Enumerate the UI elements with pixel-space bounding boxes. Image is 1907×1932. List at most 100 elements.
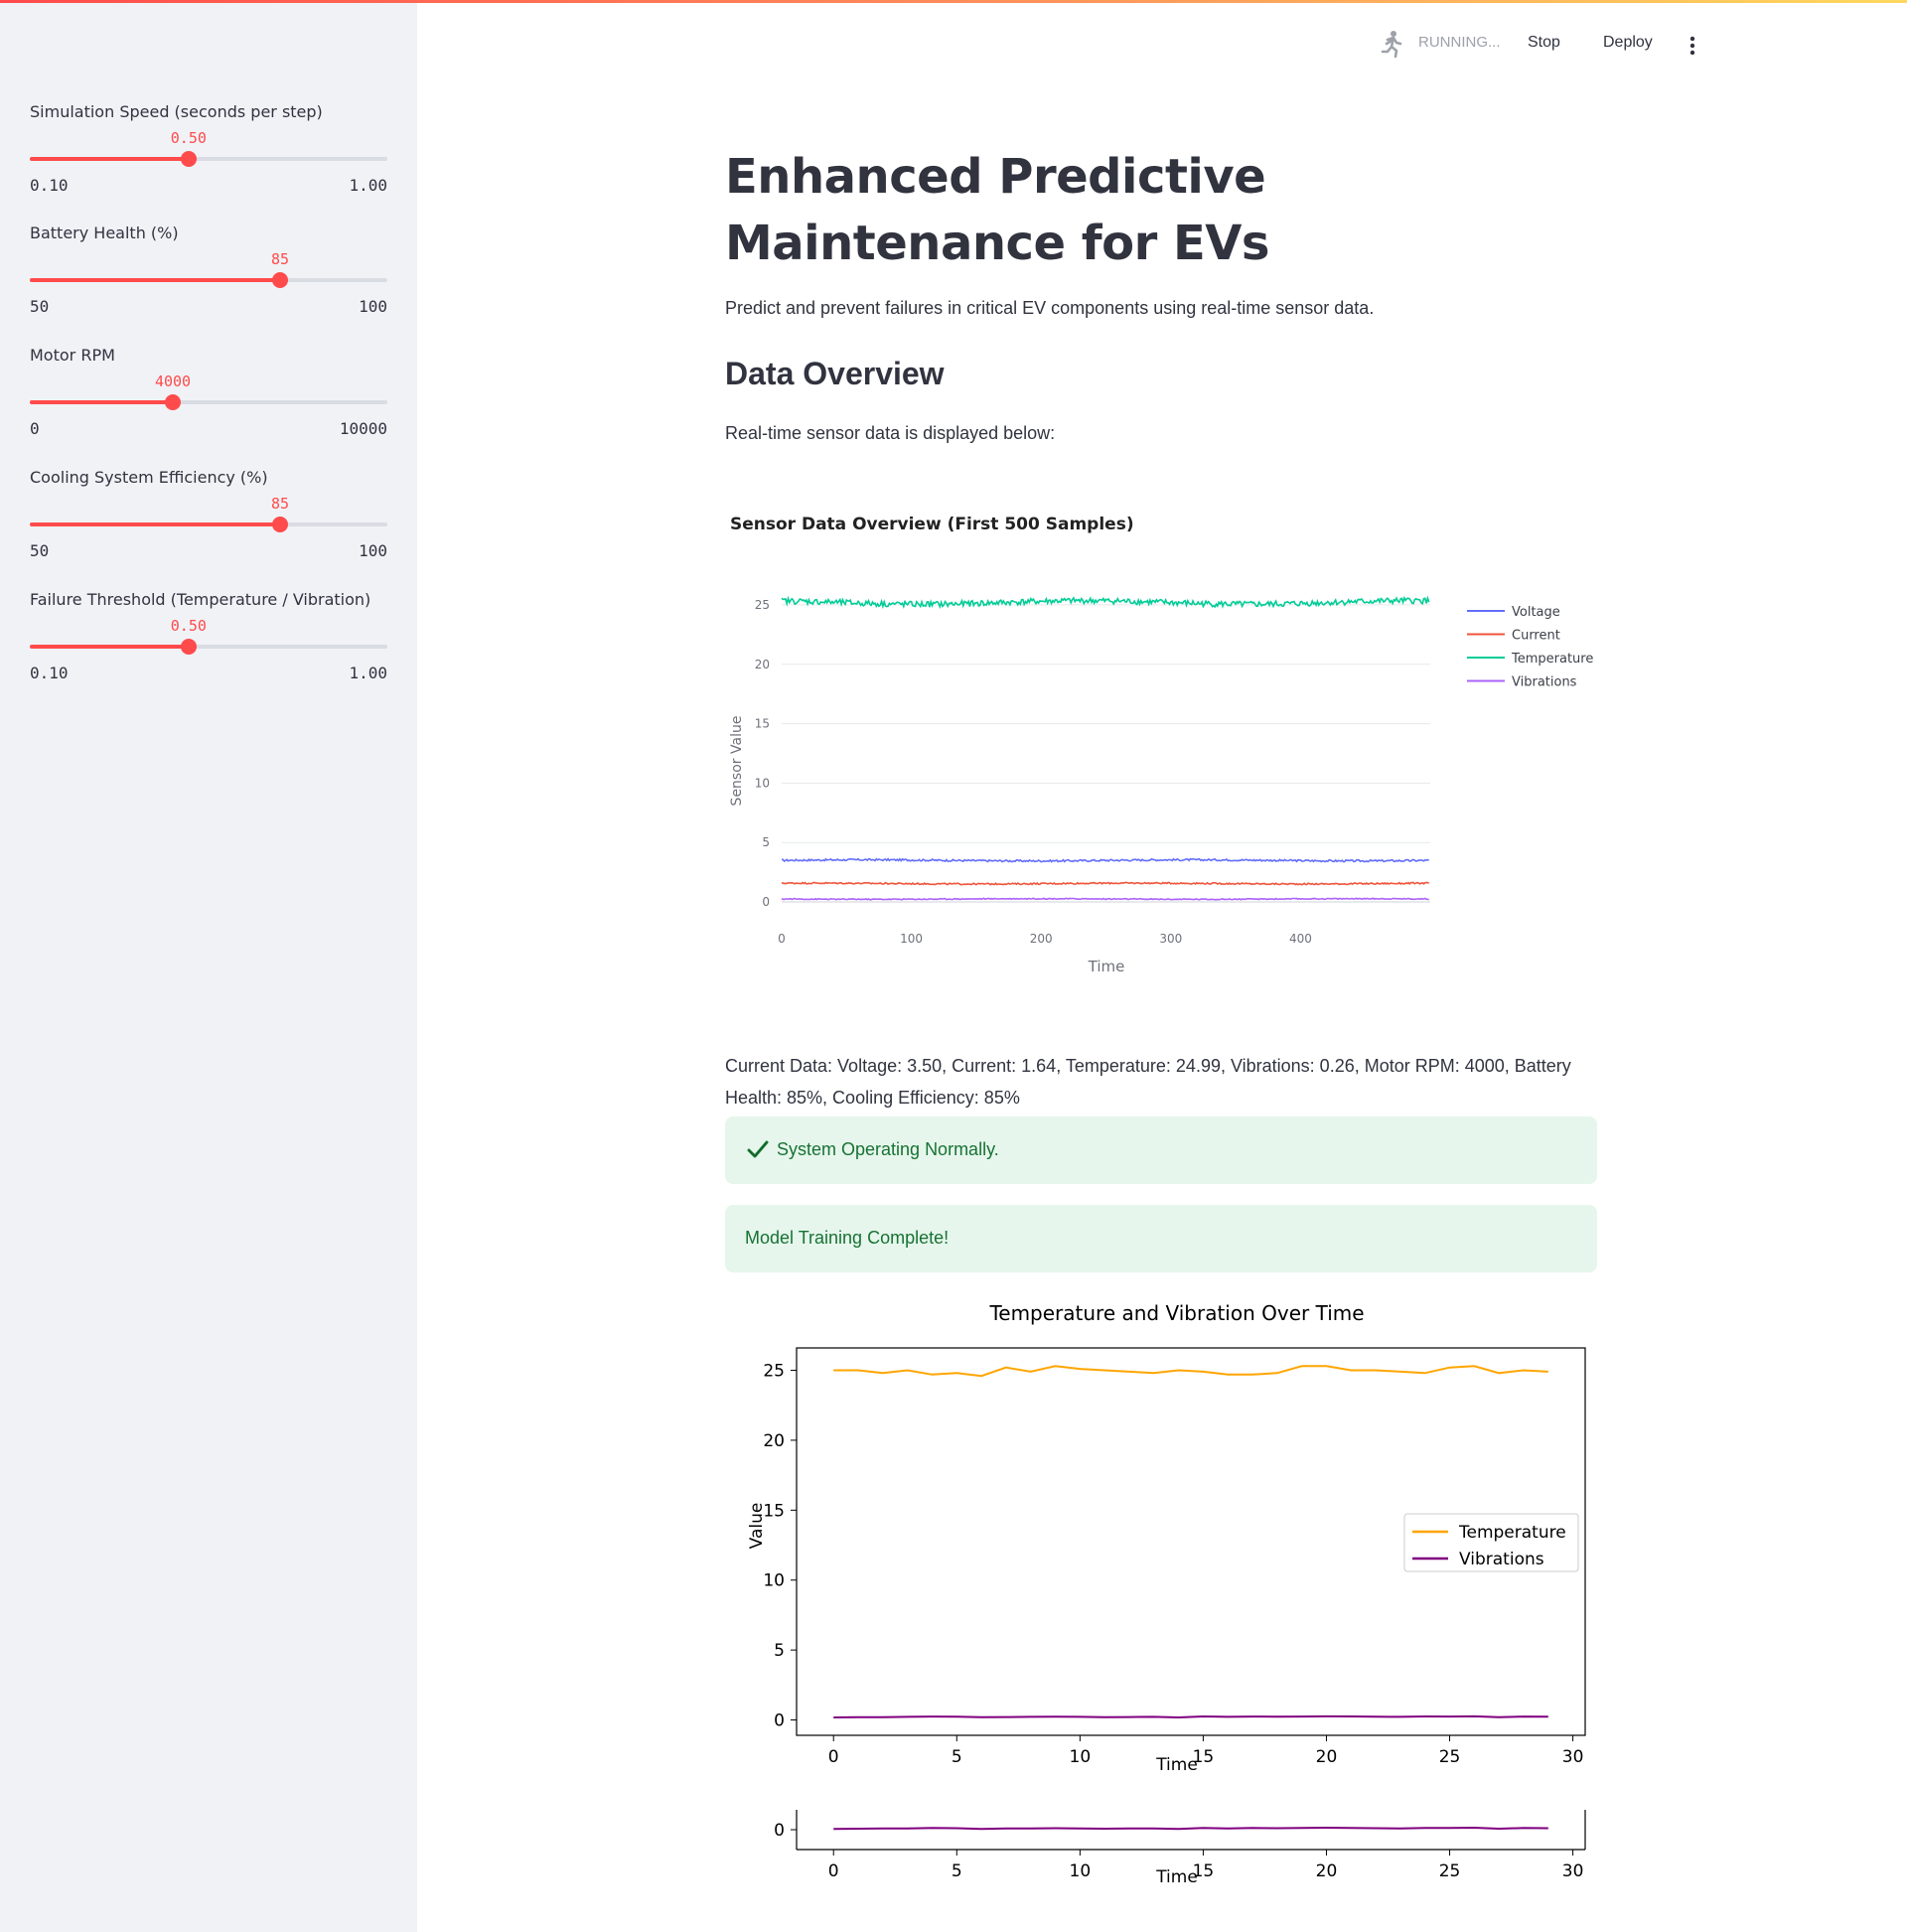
page-title: Enhanced Predictive Maintenance for EVs xyxy=(725,149,1269,271)
x-tick-label: 200 xyxy=(1030,932,1053,946)
slider-label: Simulation Speed (seconds per step) xyxy=(30,102,323,121)
slider-track[interactable] xyxy=(30,272,387,288)
y-axis-label: Sensor Value xyxy=(729,716,745,807)
section-heading: Data Overview xyxy=(725,356,945,391)
slider-label: Battery Health (%) xyxy=(30,223,179,242)
app-header: RUNNING... Stop Deploy xyxy=(1212,28,1907,64)
slider-value: 85 xyxy=(270,495,290,513)
y-tick-label: 0 xyxy=(774,1711,785,1731)
x-tick-label: 100 xyxy=(900,932,923,946)
slider-min: 50 xyxy=(30,297,50,316)
slider-max: 10000 xyxy=(339,419,387,438)
running-man-icon xyxy=(1379,30,1404,63)
training-message: Model Training Complete! xyxy=(745,1228,950,1248)
y-tick-label: 10 xyxy=(763,1571,785,1591)
x-tick-label: 0 xyxy=(828,1747,839,1767)
slider-track[interactable] xyxy=(30,151,387,167)
y-tick-label: 15 xyxy=(755,717,770,731)
slider-max: 1.00 xyxy=(349,176,387,195)
slider-fill xyxy=(30,157,189,161)
chart-title: Sensor Data Overview (First 500 Samples) xyxy=(730,515,1134,534)
current-data-text: Current Data: Voltage: 3.50, Current: 1.… xyxy=(725,1056,1571,1108)
legend-label: Vibrations xyxy=(1459,1550,1544,1569)
slider-label: Motor RPM xyxy=(30,346,115,365)
slider-failure-threshold[interactable]: Failure Threshold (Temperature / Vibrati… xyxy=(30,590,387,682)
page-subtitle: Predict and prevent failures in critical… xyxy=(725,298,1375,318)
check-icon xyxy=(747,1140,769,1158)
status-message: System Operating Normally. xyxy=(777,1139,999,1159)
x-axis-label: Time xyxy=(1088,958,1125,975)
running-status: RUNNING... xyxy=(1418,34,1501,51)
y-tick-label: 5 xyxy=(762,835,770,849)
series-line-vibrations xyxy=(833,1826,1548,1831)
stop-button[interactable]: Stop xyxy=(1528,34,1560,52)
deploy-button[interactable]: Deploy xyxy=(1603,34,1653,52)
series-line-temperature xyxy=(833,1365,1548,1378)
training-alert: Model Training Complete! xyxy=(725,1205,1597,1272)
x-tick-label: 25 xyxy=(1439,1747,1461,1767)
slider-battery-health[interactable]: Battery Health (%) 85 50 100 xyxy=(30,223,387,316)
y-tick-label: 20 xyxy=(763,1431,785,1451)
x-tick-label: 25 xyxy=(1439,1861,1461,1881)
y-tick-label: 0 xyxy=(774,1821,785,1841)
legend-label: Temperature xyxy=(1458,1523,1566,1543)
slider-max: 100 xyxy=(359,297,387,316)
x-tick-label: 30 xyxy=(1562,1861,1584,1881)
slider-thumb[interactable] xyxy=(180,151,197,167)
series-line-current xyxy=(781,881,1430,886)
x-tick-label: 5 xyxy=(952,1747,962,1767)
y-axis-label: Value xyxy=(747,1503,767,1550)
slider-track[interactable] xyxy=(30,394,387,410)
legend-label: Temperature xyxy=(1511,652,1593,667)
slider-thumb[interactable] xyxy=(272,517,288,532)
x-axis-label-2: Time xyxy=(1155,1867,1198,1887)
slider-cooling-efficiency[interactable]: Cooling System Efficiency (%) 85 50 100 xyxy=(30,468,387,560)
status-alert: System Operating Normally. xyxy=(725,1116,1597,1184)
slider-fill xyxy=(30,400,173,404)
sensor-overview-svg: Sensor Data Overview (First 500 Samples)… xyxy=(729,515,1593,975)
slider-fill xyxy=(30,522,280,526)
chart-title: Temperature and Vibration Over Time xyxy=(988,1301,1364,1325)
slider-min: 0 xyxy=(30,419,40,438)
slider-thumb[interactable] xyxy=(272,272,288,288)
slider-max: 100 xyxy=(359,541,387,560)
legend-label: Current xyxy=(1512,629,1560,644)
x-tick-label: 5 xyxy=(952,1861,962,1881)
slider-min: 50 xyxy=(30,541,50,560)
slider-simulation-speed[interactable]: Simulation Speed (seconds per step) 0.50… xyxy=(30,102,387,195)
slider-value: 85 xyxy=(270,250,290,268)
slider-motor-rpm[interactable]: Motor RPM 4000 0 10000 xyxy=(30,346,387,438)
legend-label: Vibrations xyxy=(1512,675,1577,690)
slider-min: 0.10 xyxy=(30,176,69,195)
slider-thumb[interactable] xyxy=(180,639,197,655)
slider-track[interactable] xyxy=(30,517,387,532)
x-tick-label: 20 xyxy=(1316,1861,1338,1881)
x-tick-label: 0 xyxy=(828,1861,839,1881)
x-tick-label: 10 xyxy=(1070,1861,1092,1881)
x-axis-label: Time xyxy=(1155,1755,1198,1775)
main-menu-icon[interactable] xyxy=(1683,34,1702,58)
legend-label: Voltage xyxy=(1512,605,1560,620)
sensor-overview-chart[interactable]: Sensor Data Overview (First 500 Samples)… xyxy=(725,487,1599,1017)
x-tick-label: 0 xyxy=(778,932,786,946)
x-tick-label: 300 xyxy=(1159,932,1182,946)
y-tick-label: 25 xyxy=(763,1362,785,1382)
series-line-voltage xyxy=(781,857,1429,863)
slider-value: 4000 xyxy=(154,372,192,390)
series-line-temperature xyxy=(781,595,1430,610)
sidebar: Simulation Speed (seconds per step) 0.50… xyxy=(0,0,417,1932)
temp-vibration-svg: Temperature and Vibration Over Time 0 5 10… xyxy=(747,1301,1586,1887)
slider-max: 1.00 xyxy=(349,664,387,682)
slider-value: 0.50 xyxy=(170,617,207,635)
y-tick-label: 5 xyxy=(774,1641,785,1661)
slider-label: Cooling System Efficiency (%) xyxy=(30,468,268,487)
slider-track[interactable] xyxy=(30,639,387,655)
slider-value: 0.50 xyxy=(170,129,207,147)
series-line-vibrations xyxy=(781,897,1429,901)
y-tick-label: 25 xyxy=(755,598,770,612)
y-tick-label: 20 xyxy=(755,658,770,671)
y-tick-label: 0 xyxy=(762,895,770,909)
slider-thumb[interactable] xyxy=(165,394,181,410)
top-decoration-bar xyxy=(0,0,1907,3)
x-tick-label: 20 xyxy=(1316,1747,1338,1767)
